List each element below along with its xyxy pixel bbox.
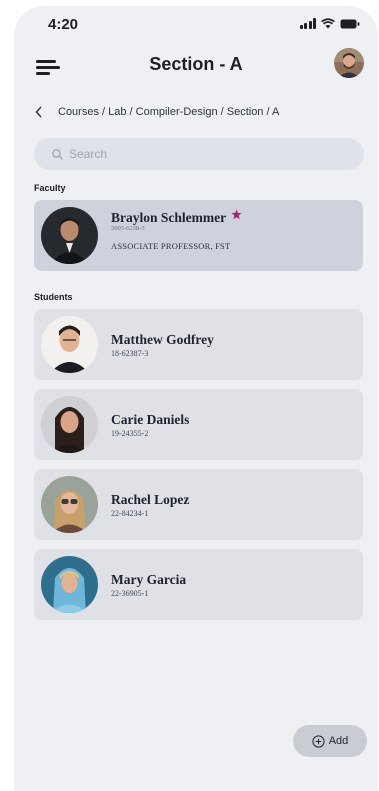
faculty-role: ASSOCIATE PROFESSOR, FST: [111, 241, 231, 251]
signal-icon: [299, 18, 316, 29]
add-button[interactable]: Add: [293, 725, 367, 757]
battery-icon: [340, 19, 360, 28]
status-time: 4:20: [48, 16, 79, 33]
avatar: [41, 207, 98, 264]
student-card[interactable]: Mary Garcia 22-36905-1: [34, 549, 363, 620]
chevron-left-icon[interactable]: [34, 106, 44, 118]
status-bar: 4:20: [14, 6, 378, 44]
avatar: [41, 556, 98, 613]
avatar: [41, 396, 98, 453]
students-section-label: Students: [34, 292, 73, 302]
student-name: Matthew Godfrey: [111, 332, 214, 347]
phone-screen: 4:20 Section - A Courses / Lab / Compile…: [14, 6, 378, 791]
student-card[interactable]: Matthew Godfrey 18-62387-3: [34, 309, 363, 380]
student-card[interactable]: Carie Daniels 19-24355-2: [34, 389, 363, 460]
search-icon: [52, 148, 63, 160]
student-name: Rachel Lopez: [111, 492, 190, 507]
student-id: 22-84234-1: [111, 509, 149, 518]
faculty-id: 2005-6238-3: [111, 225, 145, 232]
breadcrumb-path[interactable]: Courses / Lab / Compiler-Design / Sectio…: [58, 106, 279, 118]
star-badge-icon: [231, 209, 242, 220]
student-name: Mary Garcia: [111, 572, 187, 587]
header: Section - A: [14, 46, 378, 90]
wifi-icon: [321, 18, 335, 29]
breadcrumb: Courses / Lab / Compiler-Design / Sectio…: [34, 106, 279, 118]
add-button-label: Add: [328, 735, 349, 747]
page-title: Section - A: [149, 54, 243, 74]
avatar: [41, 316, 98, 373]
avatar: [41, 476, 98, 533]
student-id: 22-36905-1: [111, 589, 149, 598]
student-id: 18-62387-3: [111, 349, 149, 358]
student-card[interactable]: Rachel Lopez 22-84234-1: [34, 469, 363, 540]
faculty-card[interactable]: Braylon Schlemmer 2005-6238-3 ASSOCIATE …: [34, 200, 363, 271]
student-name: Carie Daniels: [111, 412, 190, 427]
search-input[interactable]: [69, 147, 329, 161]
search-bar[interactable]: [34, 138, 364, 170]
profile-avatar[interactable]: [334, 48, 364, 78]
status-icons: [299, 18, 361, 29]
plus-circle-icon: [312, 734, 325, 748]
faculty-section-label: Faculty: [34, 183, 66, 193]
faculty-name: Braylon Schlemmer: [111, 210, 227, 225]
student-id: 19-24355-2: [111, 429, 149, 438]
